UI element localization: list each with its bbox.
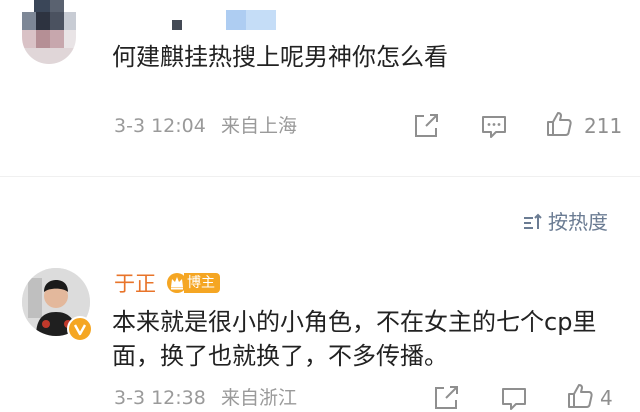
verified-badge-icon [67,316,93,342]
comment-date: 3-3 12:04 [114,115,206,137]
share-icon[interactable] [432,384,460,412]
avatar[interactable] [22,0,76,64]
comment-location: 来自上海 [221,115,298,137]
share-icon[interactable] [412,112,440,140]
blogger-badge: 博主 [166,271,220,295]
username-blurred[interactable] [166,8,306,30]
like-icon[interactable] [545,110,573,138]
blogger-badge-label: 博主 [184,273,220,293]
sort-icon [524,213,542,229]
comment-text: 何建麒挂热搜上呢男神你怎么看 [112,43,448,71]
comment-date-author: 3-3 12:38 [114,387,206,409]
divider [0,176,640,177]
author-name[interactable]: 于正 [114,270,156,298]
comment-text-author: 本来就是很小的小角色，不在女主的七个cp里面，换了也就换了，不多传播。 [112,308,597,370]
like-count-partial: 4 [600,386,613,410]
sort-by-heat-button[interactable]: 按热度 [522,208,608,236]
comment-location-author: 来自浙江 [221,387,298,409]
comment-icon[interactable] [500,384,528,412]
like-icon[interactable] [566,382,594,410]
like-count: 211 [584,114,623,138]
sort-label: 按热度 [548,210,608,234]
comment-icon[interactable] [480,112,508,140]
